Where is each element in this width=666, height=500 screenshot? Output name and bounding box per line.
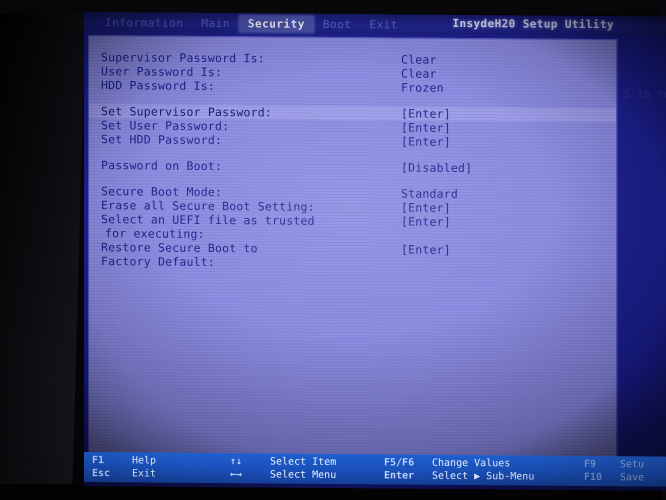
value-set-supervisor-password: [Enter] — [401, 106, 451, 121]
menu-items: Information Main Security Boot Exit — [84, 14, 407, 34]
statusbar-item-f10-save-exit[interactable]: F10 Save — [584, 471, 644, 484]
value-user-password-is: Clear — [401, 66, 437, 81]
statusbar-item-esc-exit[interactable]: Esc Exit — [92, 467, 156, 481]
value-password-on-boot: [Disabled] — [401, 160, 473, 176]
key-f5-f6: F5/F6 — [384, 457, 415, 469]
screen-body: Supervisor Password Is: Clear User Passw… — [84, 32, 666, 491]
text-help: Help — [132, 455, 157, 467]
settings-pane: Supervisor Password Is: Clear User Passw… — [88, 35, 617, 474]
statusbar-item-select-sub-menu[interactable]: Enter Select ▶ Sub-Menu — [384, 469, 534, 483]
value-hdd-password-is: Frozen — [401, 80, 444, 95]
label-password-on-boot: Password on Boot: — [101, 158, 223, 174]
text-save-exit: Save — [620, 472, 645, 484]
statusbar-item-f1-help[interactable]: F1 Help — [92, 454, 156, 468]
statusbar-item-select-menu[interactable]: ←→ Select Menu — [230, 468, 336, 482]
key-left-right-arrows: ←→ — [230, 469, 243, 481]
key-esc: Esc — [92, 468, 111, 480]
statusbar-col-1: F1 Help Esc Exit — [92, 454, 156, 481]
menu-item-information[interactable]: Information — [96, 14, 192, 32]
key-enter: Enter — [384, 470, 415, 482]
text-select-menu: Select Menu — [270, 469, 337, 481]
row-restore-secure-boot-cont: Factory Default: — [89, 254, 616, 272]
menu-item-security[interactable]: Security — [238, 14, 314, 33]
statusbar-col-3: F5/F6 Change Values Enter Select ▶ Sub-M… — [384, 456, 534, 483]
text-select-submenu: Select ▶ Sub-Menu — [432, 470, 535, 483]
value-restore-secure-boot-to: [Enter] — [401, 242, 451, 257]
statusbar-item-f9-setup-defaults[interactable]: F9 Setu — [584, 458, 644, 471]
help-pane: S th to en — [617, 39, 666, 491]
statusbar-col-2: ↑↓ Select Item ←→ Select Menu — [230, 455, 336, 482]
app-title: InsydeH20 Setup Utility — [452, 16, 614, 32]
label-factory-default: Factory Default: — [101, 254, 215, 270]
value-set-user-password: [Enter] — [401, 120, 451, 135]
menu-item-main[interactable]: Main — [192, 14, 239, 31]
menu-item-exit[interactable]: Exit — [360, 16, 407, 33]
label-hdd-password-is: HDD Password Is: — [101, 78, 215, 94]
menu-item-boot[interactable]: Boot — [314, 15, 361, 32]
value-set-hdd-password: [Enter] — [401, 134, 451, 149]
laptop-screen-photo: Information Main Security Boot Exit Insy… — [0, 0, 666, 500]
text-setup-default: Setu — [620, 459, 645, 471]
bezel-left — [0, 0, 86, 500]
statusbar-item-select-item[interactable]: ↑↓ Select Item — [230, 455, 336, 469]
statusbar-item-change-values[interactable]: F5/F6 Change Values — [384, 456, 534, 470]
text-select-item: Select Item — [270, 456, 337, 468]
value-secure-boot-mode: Standard — [401, 186, 458, 201]
value-supervisor-password-is: Clear — [401, 52, 437, 67]
label-set-hdd-password: Set HDD Password: — [101, 132, 223, 148]
key-f1: F1 — [92, 455, 105, 467]
help-pane-text-fragment: S th to en — [624, 87, 666, 101]
bios-screen: Information Main Security Boot Exit Insy… — [84, 12, 666, 491]
text-change-values: Change Values — [432, 457, 511, 470]
key-f10: F10 — [584, 471, 603, 484]
key-up-down-arrows: ↑↓ — [230, 456, 243, 468]
value-select-uefi-file-trusted: [Enter] — [401, 214, 451, 229]
statusbar-col-4: F9 Setu F10 Save — [584, 458, 644, 484]
status-bar: F1 Help Esc Exit ↑↓ Select Item ←→ Selec… — [84, 452, 666, 487]
key-f9: F9 — [584, 458, 597, 471]
value-erase-all-secure-boot-setting: [Enter] — [401, 200, 451, 215]
text-exit: Exit — [132, 468, 157, 480]
